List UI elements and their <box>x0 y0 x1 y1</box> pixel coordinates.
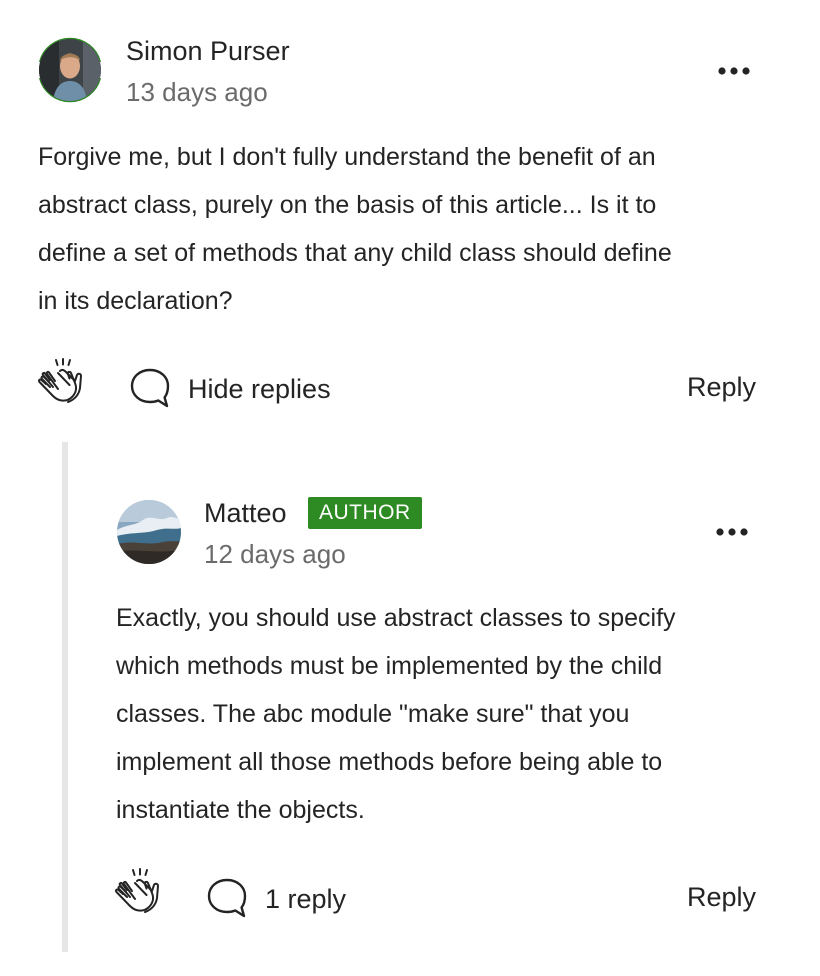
reply-body-line: which methods must be implemented by the… <box>116 652 663 680</box>
clap-icon <box>37 358 82 403</box>
thread-line <box>62 442 68 952</box>
comment-body-line: define a set of methods that any child c… <box>38 239 672 267</box>
reply-to-reply-button[interactable]: Reply <box>687 882 756 913</box>
reply-body-line: classes. The abc module "make sure" that… <box>116 700 630 728</box>
reply-avatar[interactable] <box>117 500 181 564</box>
comment-body-line: abstract class, purely on the basis of t… <box>38 191 657 219</box>
reply-body-line: instantiate the objects. <box>116 796 365 824</box>
reply-clap-button[interactable] <box>113 868 165 920</box>
reply-button[interactable]: Reply <box>687 372 756 403</box>
reply-body: Exactly, you should use abstract classes… <box>116 594 796 834</box>
speech-bubble-icon <box>130 368 170 408</box>
more-options-button[interactable] <box>716 63 752 79</box>
replies-count-link[interactable]: 1 reply <box>265 884 346 915</box>
avatar[interactable] <box>39 39 101 101</box>
more-horizontal-icon <box>716 528 748 536</box>
clap-icon <box>114 868 159 913</box>
reply-body-line: Exactly, you should use abstract classes… <box>116 604 676 632</box>
comment-body: Forgive me, but I don't fully understand… <box>38 133 798 325</box>
comment-body-line: in its declaration? <box>38 287 233 315</box>
reply-timestamp: 12 days ago <box>204 539 346 569</box>
show-replies-button[interactable] <box>205 876 249 920</box>
reply-more-options-button[interactable] <box>714 524 750 540</box>
clap-button[interactable] <box>36 358 88 410</box>
hide-replies-link[interactable]: Hide replies <box>188 374 331 405</box>
comment-author-name[interactable]: Simon Purser <box>126 36 290 67</box>
reply-body-line: implement all those methods before being… <box>116 748 663 776</box>
author-badge: AUTHOR <box>308 497 422 529</box>
more-horizontal-icon <box>718 67 750 75</box>
speech-bubble-icon <box>207 878 247 918</box>
comment-timestamp: 13 days ago <box>126 77 268 107</box>
toggle-replies-button[interactable] <box>128 366 172 410</box>
comment-body-line: Forgive me, but I don't fully understand… <box>38 143 656 171</box>
reply-author-name[interactable]: Matteo <box>204 498 287 529</box>
